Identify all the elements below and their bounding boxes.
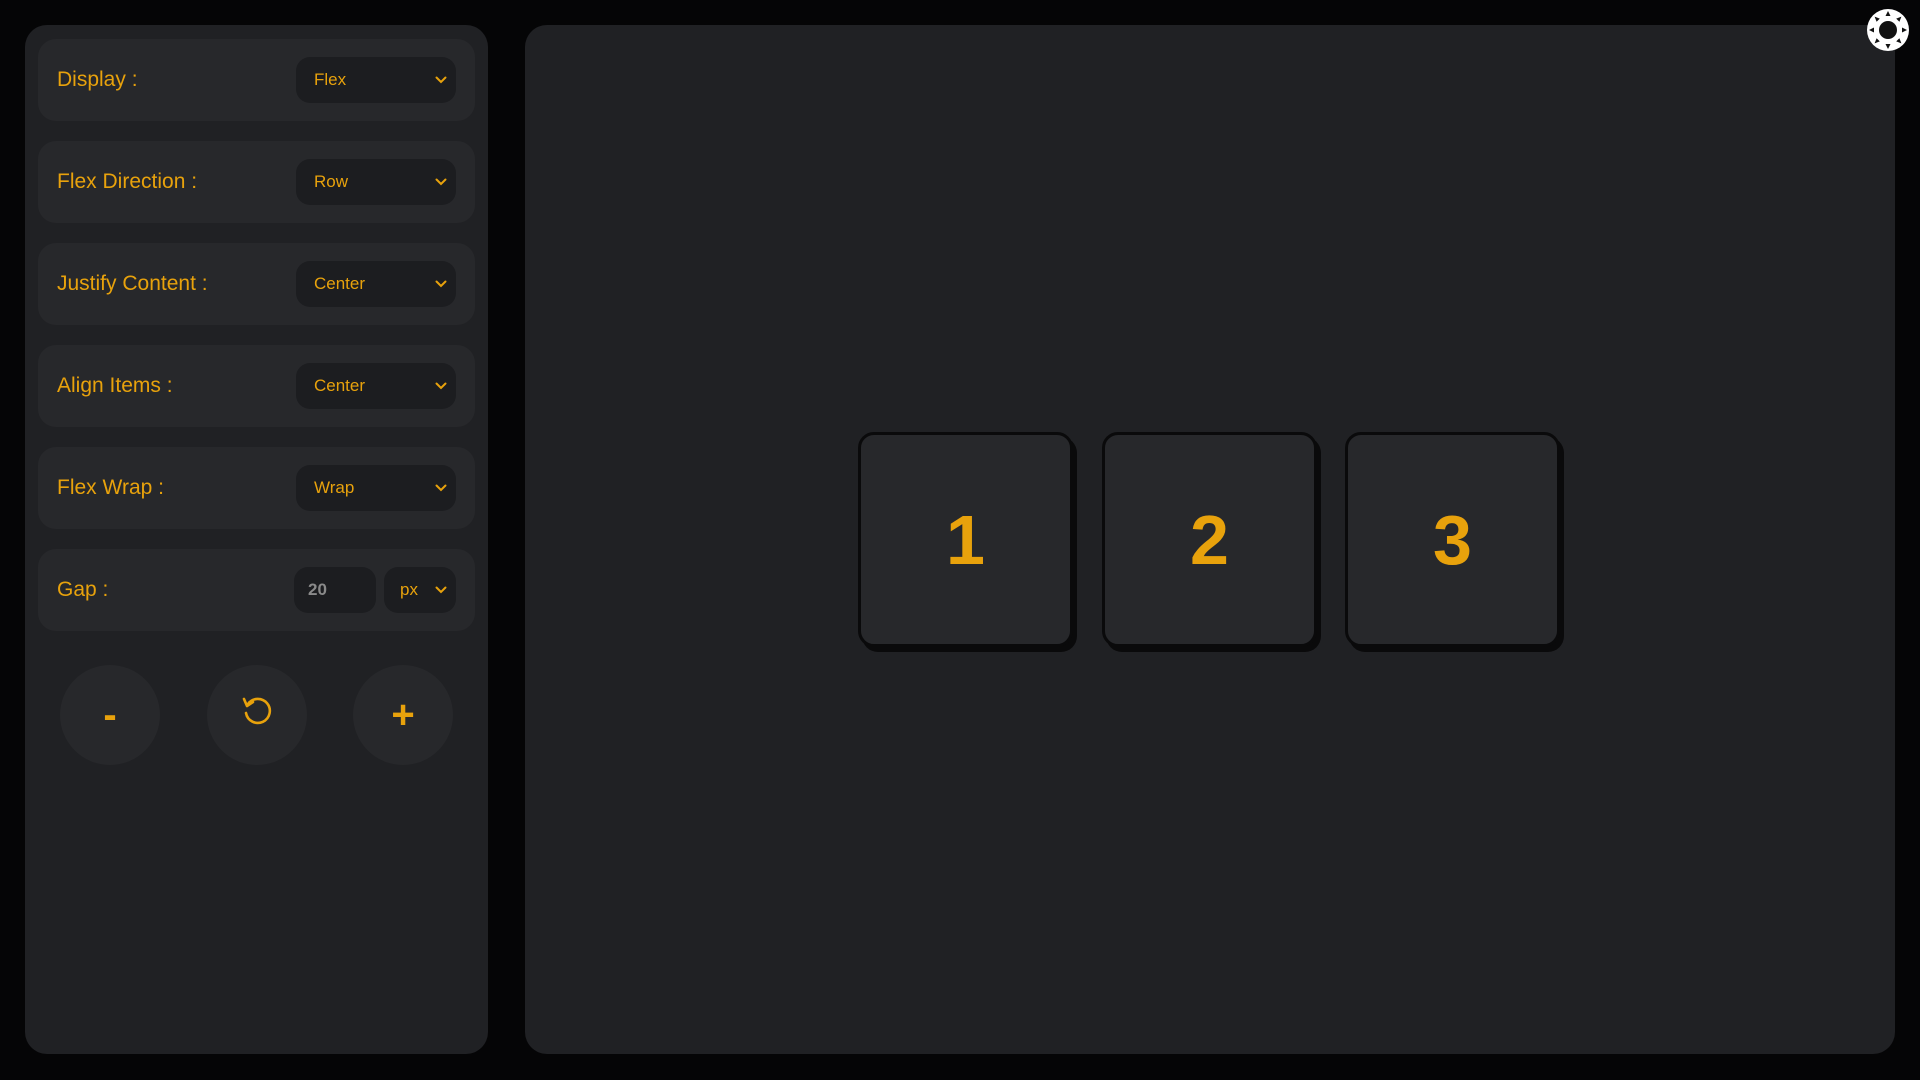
align-items-select[interactable]: Center [296, 363, 456, 409]
display-control: Display : Flex [38, 39, 475, 121]
flex-item[interactable]: 1 [858, 432, 1073, 647]
align-items-control: Align Items : Center [38, 345, 475, 427]
display-label: Display : [57, 68, 138, 91]
gap-unit-value: px [400, 580, 418, 599]
gap-value-input[interactable] [294, 567, 376, 613]
flex-item[interactable]: 3 [1345, 432, 1560, 647]
sun-icon [1866, 9, 1910, 56]
display-select[interactable]: Flex [296, 57, 456, 103]
flex-direction-label: Flex Direction : [57, 170, 198, 193]
item-action-buttons: - + [38, 651, 475, 765]
flex-direction-select-value: Row [314, 172, 349, 191]
flex-preview-area: 1 2 3 [525, 25, 1895, 1054]
chevron-down-icon [433, 174, 449, 190]
chevron-down-icon [433, 72, 449, 88]
flex-wrap-select-value: Wrap [314, 478, 355, 497]
controls-panel: Display : Flex Flex Direction : Row Just… [25, 25, 488, 1054]
flex-wrap-control: Flex Wrap : Wrap [38, 447, 475, 529]
remove-item-button[interactable]: - [60, 665, 160, 765]
theme-toggle-button[interactable] [1866, 8, 1910, 52]
gap-inputs: px [294, 567, 456, 613]
gap-label: Gap : [57, 578, 109, 601]
chevron-down-icon [433, 378, 449, 394]
align-items-label: Align Items : [57, 374, 173, 397]
justify-content-control: Justify Content : Center [38, 243, 475, 325]
flex-direction-select[interactable]: Row [296, 159, 456, 205]
justify-content-select[interactable]: Center [296, 261, 456, 307]
flex-wrap-label: Flex Wrap : [57, 476, 164, 499]
flex-wrap-select[interactable]: Wrap [296, 465, 456, 511]
justify-content-label: Justify Content : [57, 272, 208, 295]
gap-unit-select[interactable]: px [384, 567, 456, 613]
chevron-down-icon [433, 276, 449, 292]
add-item-button[interactable]: + [353, 665, 453, 765]
reset-button[interactable] [206, 665, 307, 765]
align-items-select-value: Center [314, 376, 366, 395]
rotate-ccw-icon [237, 690, 277, 740]
chevron-down-icon [433, 582, 449, 598]
flex-direction-control: Flex Direction : Row [38, 141, 475, 223]
justify-content-select-value: Center [314, 274, 366, 293]
flex-item[interactable]: 2 [1102, 432, 1317, 647]
display-select-value: Flex [314, 70, 347, 89]
gap-control: Gap : px [38, 549, 475, 631]
chevron-down-icon [433, 480, 449, 496]
